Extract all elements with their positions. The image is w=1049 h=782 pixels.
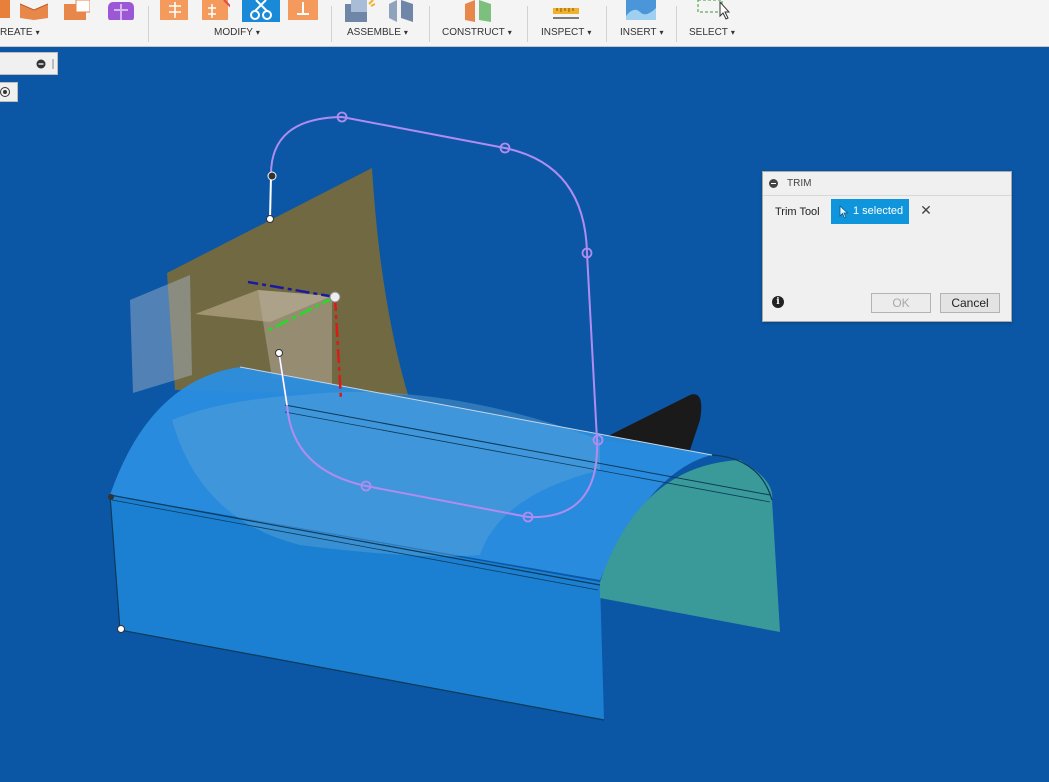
cursor-icon xyxy=(839,205,849,219)
press-pull-icon[interactable] xyxy=(160,0,188,20)
radio-toggle[interactable] xyxy=(0,82,18,102)
box-icon[interactable] xyxy=(0,0,18,20)
offset-face-icon[interactable] xyxy=(288,0,318,20)
dialog-title: TRIM xyxy=(787,178,812,189)
toolbar-divider xyxy=(331,6,332,42)
sketch-point[interactable] xyxy=(108,494,114,500)
origin-point[interactable] xyxy=(329,291,341,303)
create-group: REATE ▾ xyxy=(0,0,148,46)
collapse-dialog-icon[interactable] xyxy=(769,179,778,188)
form-icon[interactable] xyxy=(106,0,134,20)
sketch-point[interactable] xyxy=(267,171,277,181)
fillet-icon[interactable] xyxy=(202,0,230,20)
modify-group: MODIFY ▾ xyxy=(150,0,330,46)
create-menu[interactable]: REATE ▾ xyxy=(0,27,40,38)
trim-tool-label: Trim Tool xyxy=(775,206,820,218)
dialog-header[interactable]: TRIM xyxy=(763,172,1011,196)
toolbar-divider xyxy=(429,6,430,42)
collapse-icon[interactable] xyxy=(0,53,57,74)
insert-image-icon[interactable] xyxy=(626,0,658,20)
toolbar-divider xyxy=(148,6,149,42)
inspect-menu[interactable]: INSPECT ▾ xyxy=(541,27,591,38)
toolbar-divider xyxy=(527,6,528,42)
toolbar-divider xyxy=(676,6,677,42)
construct-menu[interactable]: CONSTRUCT ▾ xyxy=(442,27,512,38)
toolbar-divider xyxy=(606,6,607,42)
sketch-point[interactable] xyxy=(266,215,274,223)
grey-plane[interactable] xyxy=(130,275,192,393)
joint-icon[interactable] xyxy=(385,0,417,22)
select-menu[interactable]: SELECT ▾ xyxy=(689,27,735,38)
selection-count: 1 selected xyxy=(853,205,904,217)
sketch-point[interactable] xyxy=(275,349,283,357)
trim-tool-selection-button[interactable]: 1 selected xyxy=(831,199,909,224)
inspect-group: INSPECT ▾ xyxy=(529,0,605,46)
construct-group: CONSTRUCT ▾ xyxy=(431,0,526,46)
3d-viewport[interactable] xyxy=(0,47,1049,782)
modify-menu[interactable]: MODIFY ▾ xyxy=(214,27,260,38)
radio-icon[interactable] xyxy=(0,83,17,101)
trim-dialog: TRIM Trim Tool 1 selected ✕ i OK Cancel xyxy=(762,171,1012,322)
sketch-line[interactable] xyxy=(269,175,272,220)
insert-group: INSERT ▾ xyxy=(608,0,676,46)
measure-icon[interactable] xyxy=(551,0,583,20)
assemble-group: ASSEMBLE ▾ xyxy=(333,0,428,46)
clear-selection-icon[interactable]: ✕ xyxy=(920,203,932,217)
info-icon[interactable]: i xyxy=(772,296,784,308)
offset-plane-icon[interactable] xyxy=(461,0,495,22)
sketch-point[interactable] xyxy=(117,625,125,633)
assemble-menu[interactable]: ASSEMBLE ▾ xyxy=(347,27,408,38)
cancel-button[interactable]: Cancel xyxy=(940,293,1000,313)
model-canvas[interactable] xyxy=(0,47,1049,782)
select-group: SELECT ▾ xyxy=(678,0,758,46)
extrude-icon[interactable] xyxy=(20,0,48,20)
shell-icon[interactable] xyxy=(62,0,90,20)
window-select-icon[interactable] xyxy=(696,0,730,22)
browser-panel-collapsed[interactable] xyxy=(0,52,58,75)
new-component-icon[interactable] xyxy=(343,0,375,22)
ribbon-toolbar: REATE ▾ MODIFY ▾ ASSEMBLE ▾ CONSTRUCT ▾ … xyxy=(0,0,1049,47)
ok-button[interactable]: OK xyxy=(871,293,931,313)
trim-scissors-icon[interactable] xyxy=(242,0,280,22)
insert-menu[interactable]: INSERT ▾ xyxy=(620,27,664,38)
